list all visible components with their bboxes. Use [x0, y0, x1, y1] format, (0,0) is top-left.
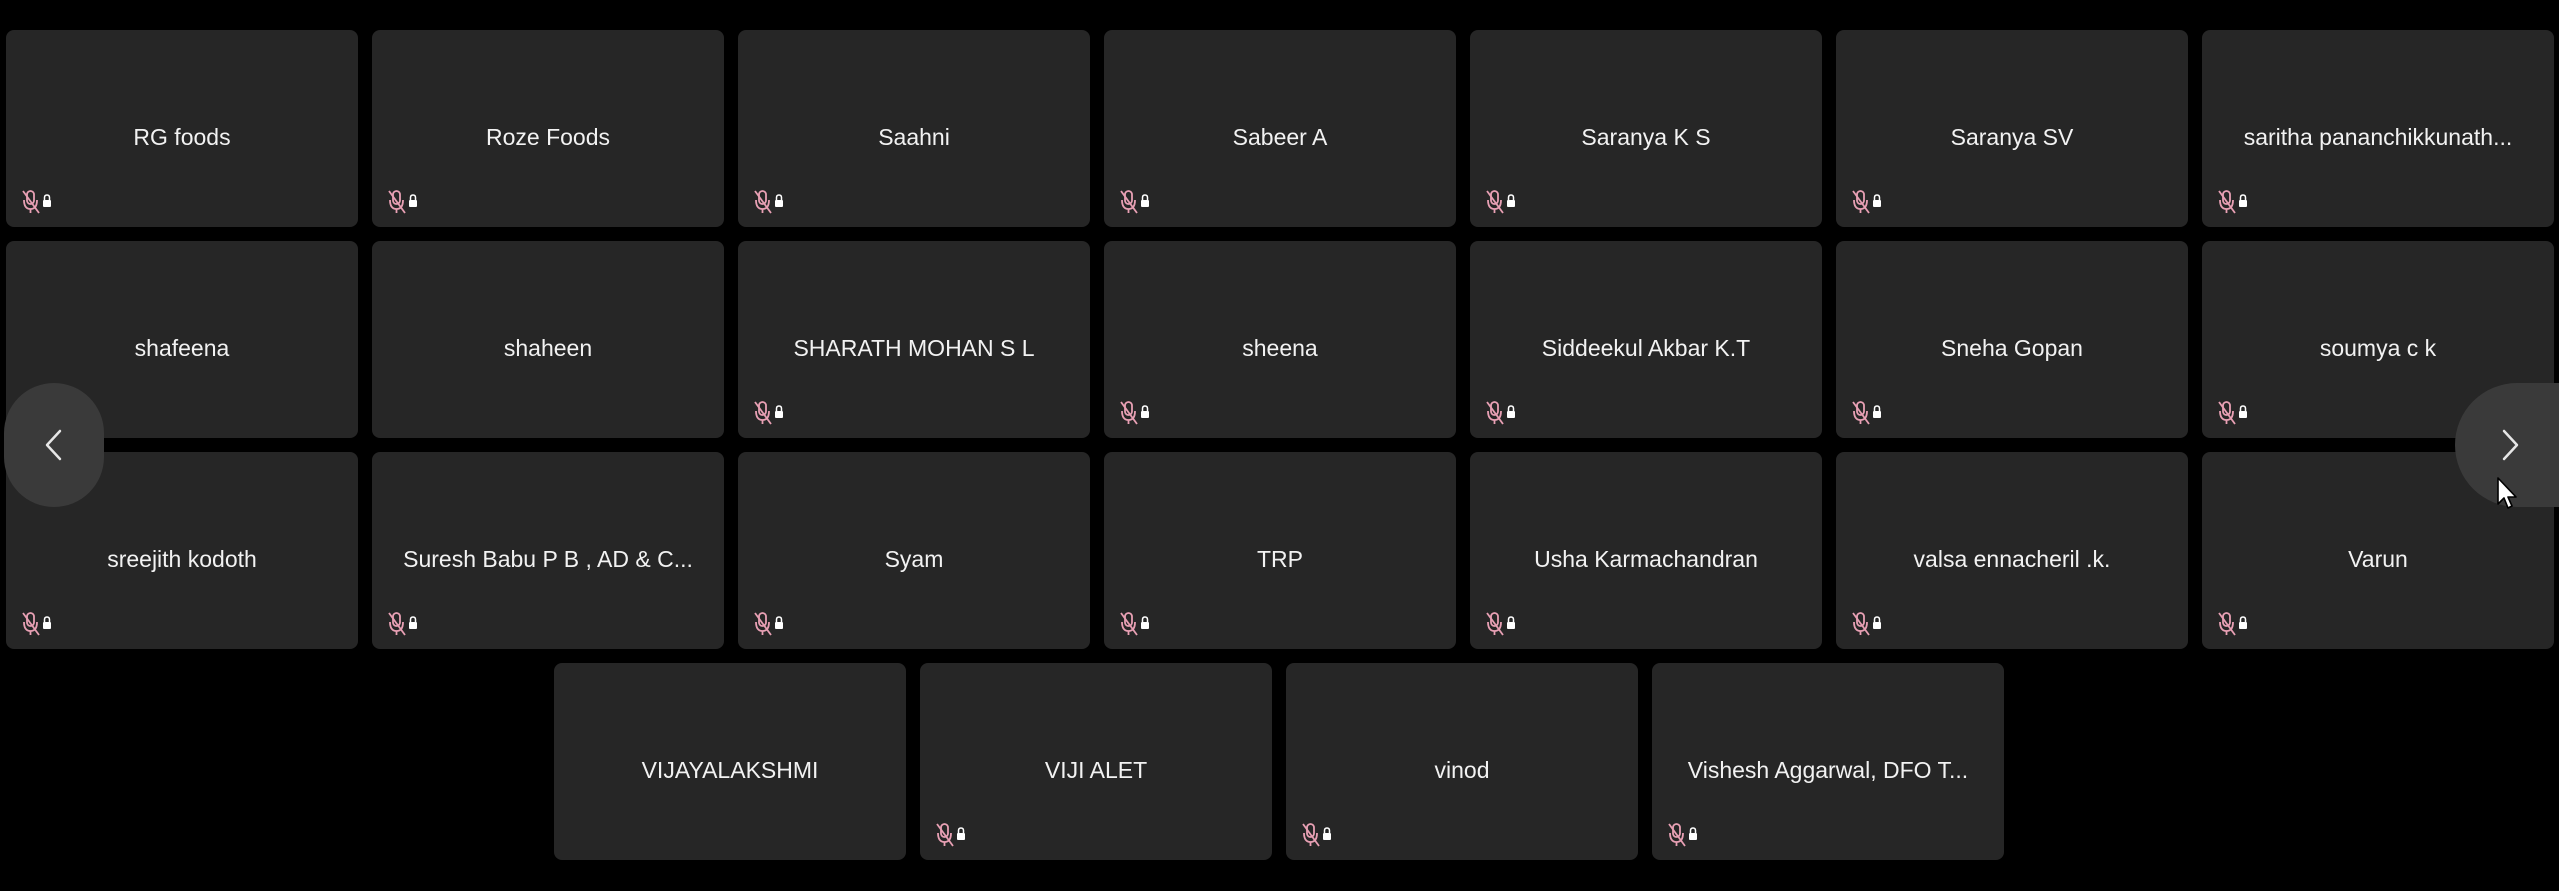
chevron-right-icon — [2502, 429, 2519, 461]
participant-name: Saahni — [878, 124, 950, 150]
participant-name: Usha Karmachandran — [1534, 546, 1758, 572]
participant-name: shafeena — [134, 335, 230, 361]
participant-name: sheena — [1242, 335, 1318, 361]
participant-tile[interactable]: Saranya K S — [1470, 30, 1822, 227]
participant-name: shaheen — [503, 335, 593, 361]
participant-tile[interactable]: SHARATH MOHAN S L — [738, 241, 1090, 438]
participant-name: saritha pananchikkunath... — [2243, 124, 2513, 150]
muted-mic-icon — [1120, 401, 1149, 425]
muted-mic-icon — [1852, 190, 1881, 214]
muted-mic-icon — [754, 401, 783, 425]
participant-name: Saranya SV — [1950, 124, 2074, 150]
muted-mic-icon — [388, 612, 417, 636]
participant-name: valsa ennacheril .k. — [1913, 546, 2111, 572]
muted-mic-icon — [1120, 612, 1149, 636]
muted-mic-icon — [1302, 823, 1331, 847]
muted-mic-icon — [1852, 612, 1881, 636]
muted-mic-icon — [22, 190, 51, 214]
participant-tile[interactable]: valsa ennacheril .k. — [1836, 452, 2188, 649]
participant-tile[interactable]: Sabeer A — [1104, 30, 1456, 227]
participant-name: soumya c k — [2319, 335, 2437, 361]
participant-tile[interactable]: Vishesh Aggarwal, DFO T... — [1652, 663, 2004, 860]
participant-name: vinod — [1434, 757, 1490, 783]
participant-tile[interactable]: VIJAYALAKSHMI — [554, 663, 906, 860]
participant-name: Syam — [884, 546, 944, 572]
participant-tile[interactable]: Sneha Gopan — [1836, 241, 2188, 438]
participant-name: VIJAYALAKSHMI — [641, 757, 819, 783]
participant-tile[interactable]: Siddeekul Akbar K.T — [1470, 241, 1822, 438]
participant-tile[interactable]: sheena — [1104, 241, 1456, 438]
participant-tile[interactable]: saritha pananchikkunath... — [2202, 30, 2554, 227]
participant-name: Sneha Gopan — [1941, 335, 2083, 361]
participant-name: Siddeekul Akbar K.T — [1541, 335, 1751, 361]
participant-tile[interactable]: Roze Foods — [372, 30, 724, 227]
previous-page-button[interactable] — [4, 383, 104, 507]
participant-name: sreejith kodoth — [107, 546, 257, 572]
participant-tile[interactable]: VIJI ALET — [920, 663, 1272, 860]
muted-mic-icon — [936, 823, 965, 847]
muted-mic-icon — [2218, 190, 2247, 214]
participant-name: TRP — [1257, 546, 1303, 572]
participant-tile[interactable]: Saahni — [738, 30, 1090, 227]
participant-name: VIJI ALET — [1044, 757, 1148, 783]
participant-name: Sabeer A — [1232, 124, 1328, 150]
muted-mic-icon — [1486, 401, 1515, 425]
participant-tile[interactable]: RG foods — [6, 30, 358, 227]
participant-name: SHARATH MOHAN S L — [793, 335, 1035, 361]
participant-name: Varun — [2348, 546, 2408, 572]
chevron-left-icon — [45, 429, 62, 461]
muted-mic-icon — [754, 190, 783, 214]
participant-name: Vishesh Aggarwal, DFO T... — [1687, 757, 1969, 783]
participant-tile[interactable]: vinod — [1286, 663, 1638, 860]
muted-mic-icon — [1486, 612, 1515, 636]
participant-name: Saranya K S — [1581, 124, 1711, 150]
muted-mic-icon — [22, 612, 51, 636]
muted-mic-icon — [2218, 612, 2247, 636]
participant-tile[interactable]: Usha Karmachandran — [1470, 452, 1822, 649]
participant-tile[interactable]: Saranya SV — [1836, 30, 2188, 227]
muted-mic-icon — [1852, 401, 1881, 425]
muted-mic-icon — [2218, 401, 2247, 425]
participant-gallery: RG foods Roze Foods Saahni Sabeer A Saranya … — [0, 0, 2559, 891]
participant-name: Roze Foods — [485, 124, 610, 150]
participant-tile[interactable]: Suresh Babu P B , AD & C... — [372, 452, 724, 649]
muted-mic-icon — [1486, 190, 1515, 214]
muted-mic-icon — [1668, 823, 1697, 847]
mouse-cursor-icon — [2497, 477, 2517, 509]
muted-mic-icon — [754, 612, 783, 636]
muted-mic-icon — [388, 190, 417, 214]
muted-mic-icon — [1120, 190, 1149, 214]
participant-name: RG foods — [133, 124, 231, 150]
participant-tile[interactable]: shaheen — [372, 241, 724, 438]
participant-tile[interactable]: Syam — [738, 452, 1090, 649]
participant-tile[interactable]: TRP — [1104, 452, 1456, 649]
participant-name: Suresh Babu P B , AD & C... — [403, 546, 693, 572]
